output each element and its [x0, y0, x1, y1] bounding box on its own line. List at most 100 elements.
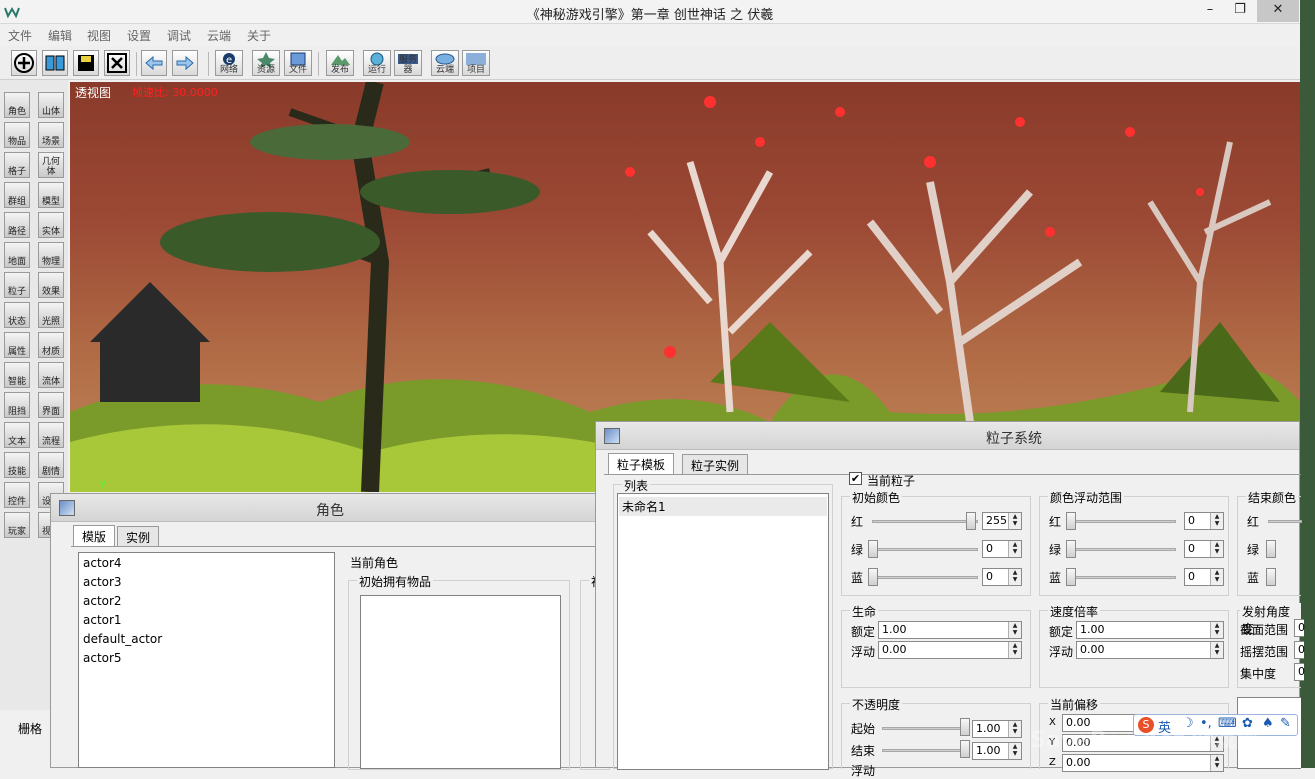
run-button[interactable]: 运行	[363, 50, 391, 76]
grid-tab[interactable]: 栅格	[18, 720, 42, 737]
list-item[interactable]: actor5	[83, 651, 122, 665]
spin-arrows-icon[interactable]: ▲▼	[1008, 743, 1021, 759]
list-item[interactable]: default_actor	[83, 632, 162, 646]
spin-arrows-icon[interactable]: ▲▼	[1210, 622, 1223, 638]
tool-entity-button[interactable]: 实体	[38, 212, 64, 238]
tool-attribute-button[interactable]: 属性	[4, 332, 30, 358]
menu-file[interactable]: 文件	[8, 27, 32, 44]
tool-particle-button[interactable]: 粒子	[4, 272, 30, 298]
tool-block-button[interactable]: 阻挡	[4, 392, 30, 418]
list-item[interactable]: actor3	[83, 575, 122, 589]
close-button[interactable]: ✕	[1257, 0, 1299, 22]
menu-edit[interactable]: 编辑	[48, 27, 72, 44]
speed-float-spinbox[interactable]: 0.00 ▲ ▼	[1076, 641, 1224, 659]
life-rated-spinbox[interactable]: 1.00 ▲ ▼	[878, 621, 1022, 639]
spin-arrows-icon[interactable]: ▲▼	[1210, 755, 1223, 771]
red-slider[interactable]	[872, 520, 978, 523]
tool-scene-button[interactable]: 场景	[38, 122, 64, 148]
tool-effect-button[interactable]: 效果	[38, 272, 64, 298]
tool-flow-button[interactable]: 流程	[38, 422, 64, 448]
tab-particle-instance[interactable]: 粒子实例	[682, 454, 749, 474]
blue-float-spinbox[interactable]: 0 ▲ ▼	[1184, 568, 1224, 586]
current-particle-checkbox[interactable]: ✔	[849, 472, 862, 485]
shirt-icon[interactable]: ♠	[1262, 716, 1274, 731]
tool-path-button[interactable]: 路径	[4, 212, 30, 238]
new-button[interactable]	[11, 50, 37, 76]
red-spinbox[interactable]: 255 ▲ ▼	[982, 512, 1022, 530]
file-button[interactable]: 文件	[284, 50, 312, 76]
tool-grid-button[interactable]: 格子	[4, 152, 30, 178]
opacity-end-slider[interactable]	[882, 749, 968, 752]
concentration-spinbox[interactable]: 0	[1294, 663, 1305, 681]
network-button[interactable]: e 网络	[215, 50, 243, 76]
list-item[interactable]: 未命名1	[619, 497, 827, 516]
tab-particle-template[interactable]: 粒子模板	[608, 453, 675, 474]
list-item[interactable]: actor4	[83, 556, 122, 570]
spin-arrows-icon[interactable]: ▲▼	[1210, 513, 1223, 529]
initial-items-list[interactable]	[360, 595, 561, 769]
tool-physics-button[interactable]: 物理	[38, 242, 64, 268]
tab-instance[interactable]: 实例	[117, 526, 160, 546]
undo-button[interactable]	[141, 50, 167, 76]
cloud-button[interactable]: 云端	[431, 50, 459, 76]
spin-arrows-icon[interactable]: ▲▼	[1210, 541, 1223, 557]
menu-view[interactable]: 视图	[87, 27, 111, 44]
role-panel-titlebar[interactable]: 角色	[51, 494, 609, 522]
menu-debug[interactable]: 调试	[167, 27, 191, 44]
spin-arrows-icon[interactable]: ▲▼	[1008, 541, 1021, 557]
tool-role-button[interactable]: 角色	[4, 92, 30, 118]
tool-material-button[interactable]: 材质	[38, 332, 64, 358]
publish-button[interactable]: 发布	[326, 50, 354, 76]
tool-geometry-button[interactable]: 几何体	[38, 152, 64, 178]
tool-story-button[interactable]: 剧情	[38, 452, 64, 478]
spin-arrows-icon[interactable]: ▲▼	[1008, 569, 1021, 585]
menu-settings[interactable]: 设置	[127, 27, 151, 44]
tool-light-button[interactable]: 光照	[38, 302, 64, 328]
spin-arrows-icon[interactable]: ▲▼	[1008, 513, 1021, 529]
green-float-spinbox[interactable]: 0 ▲ ▼	[1184, 540, 1224, 558]
green-float-slider[interactable]	[1070, 548, 1176, 551]
tool-text-button[interactable]: 文本	[4, 422, 30, 448]
tool-ai-button[interactable]: 智能	[4, 362, 30, 388]
speed-rated-spinbox[interactable]: 1.00 ▲ ▼	[1076, 621, 1224, 639]
save-button[interactable]	[73, 50, 99, 76]
spin-arrows-icon[interactable]: ▲▼	[1210, 569, 1223, 585]
life-float-spinbox[interactable]: 0.00 ▲ ▼	[878, 641, 1022, 659]
maximize-button[interactable]: ❐	[1225, 0, 1255, 22]
end-green-thumb[interactable]	[1266, 540, 1276, 558]
opacity-end-spinbox[interactable]: 1.00 ▲ ▼	[972, 742, 1022, 760]
swing-range-spinbox[interactable]: 0	[1294, 641, 1305, 659]
green-slider[interactable]	[872, 548, 978, 551]
list-item[interactable]: actor1	[83, 613, 122, 627]
tool-item-button[interactable]: 物品	[4, 122, 30, 148]
end-red-slider[interactable]	[1268, 520, 1302, 523]
wrench-icon[interactable]: ✎	[1280, 716, 1291, 731]
project-button[interactable]: 项目	[462, 50, 490, 76]
green-float-thumb[interactable]	[1066, 540, 1076, 558]
tool-mountain-button[interactable]: 山体	[38, 92, 64, 118]
blue-float-thumb[interactable]	[1066, 568, 1076, 586]
redo-button[interactable]	[172, 50, 198, 76]
red-slider-thumb[interactable]	[966, 512, 976, 530]
blue-slider-thumb[interactable]	[868, 568, 878, 586]
tool-ground-button[interactable]: 地面	[4, 242, 30, 268]
green-spinbox[interactable]: 0 ▲ ▼	[982, 540, 1022, 558]
spin-arrows-icon[interactable]: ▲▼	[1210, 642, 1223, 658]
tool-skill-button[interactable]: 技能	[4, 452, 30, 478]
end-blue-thumb[interactable]	[1266, 568, 1276, 586]
tool-fluid-button[interactable]: 流体	[38, 362, 64, 388]
server-button[interactable]: 服务器	[394, 50, 422, 76]
red-float-thumb[interactable]	[1066, 512, 1076, 530]
offset-z-spinbox[interactable]: 0.00 ▲ ▼	[1062, 754, 1224, 772]
resource-button[interactable]: 资源	[252, 50, 280, 76]
tool-group-button[interactable]: 群组	[4, 182, 30, 208]
blue-spinbox[interactable]: 0 ▲ ▼	[982, 568, 1022, 586]
minimize-button[interactable]: –	[1195, 0, 1225, 22]
spin-arrows-icon[interactable]: ▲▼	[1008, 622, 1021, 638]
spin-arrows-icon[interactable]: ▲▼	[1008, 721, 1021, 737]
opacity-start-spinbox[interactable]: 1.00 ▲ ▼	[972, 720, 1022, 738]
list-item[interactable]: actor2	[83, 594, 122, 608]
blue-slider[interactable]	[872, 576, 978, 579]
tab-template[interactable]: 模版	[73, 525, 116, 546]
particle-panel-titlebar[interactable]: 粒子系统	[596, 422, 1299, 450]
